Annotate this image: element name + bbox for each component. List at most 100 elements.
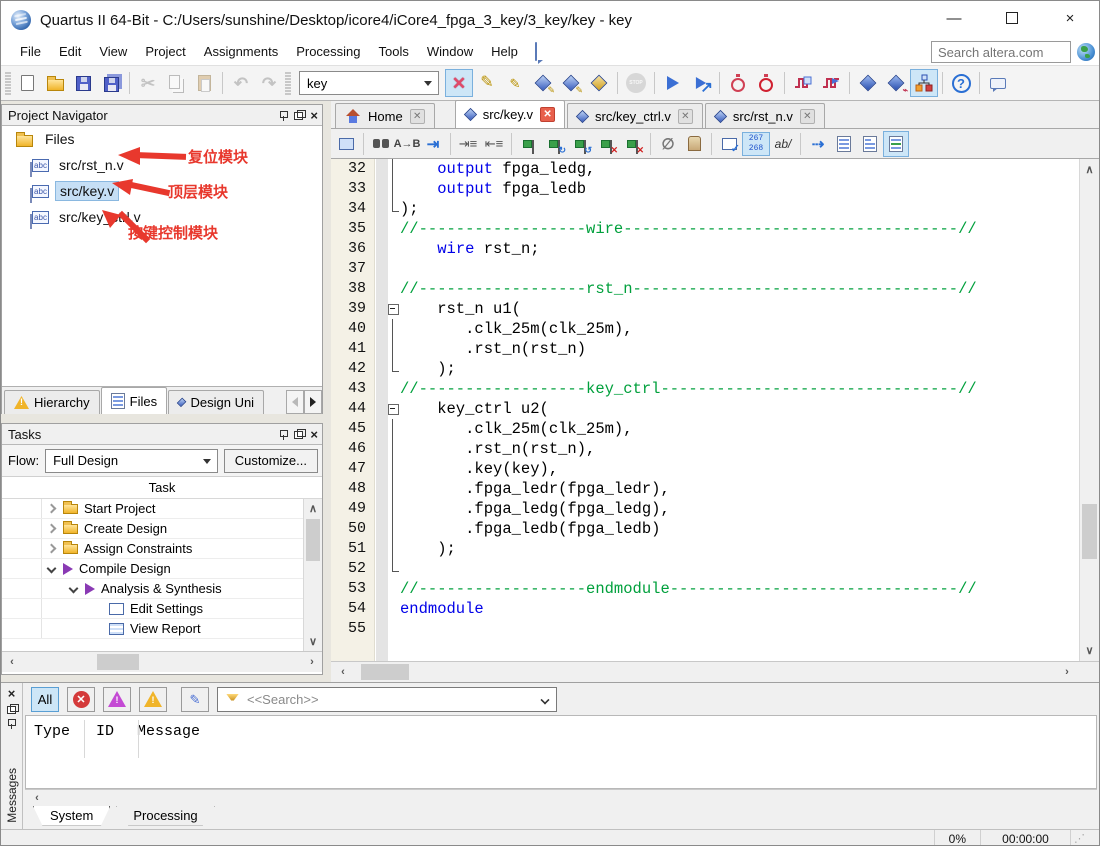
scroll-left-icon[interactable]: ‹ (31, 792, 43, 804)
message-search-combo[interactable]: <<Search>> (217, 687, 557, 712)
code-line-36[interactable]: 36 wire rst_n; (331, 239, 1099, 259)
pin-icon[interactable] (279, 429, 288, 440)
code-line-48[interactable]: 48 .fpga_ledr(fpga_ledr), (331, 479, 1099, 499)
indent-button[interactable]: ⇥≡ (455, 131, 481, 157)
next-bookmark-button[interactable]: ↻ (542, 131, 568, 157)
file-item-src-rst-n-v[interactable]: abcsrc/rst_n.v (2, 152, 322, 178)
line-numbers-toggle[interactable]: 267268 (742, 132, 770, 156)
warning-filter-button[interactable]: ! (139, 687, 167, 712)
pin-icon[interactable] (279, 110, 288, 121)
netlist-viewer-button[interactable] (585, 69, 613, 97)
unindent-button[interactable]: ⇤≡ (481, 131, 507, 157)
minimize-button[interactable]: — (925, 1, 983, 35)
code-line-54[interactable]: 54endmodule (331, 599, 1099, 619)
maximize-button[interactable] (983, 1, 1041, 35)
delete-bookmark-button[interactable]: ✕ (594, 131, 620, 157)
tasks-horizontal-scrollbar[interactable]: ‹ › (2, 651, 322, 672)
close-icon[interactable]: × (310, 428, 318, 441)
error-filter-button[interactable]: ✕ (67, 687, 95, 712)
scroll-left-icon[interactable]: ‹ (337, 666, 349, 678)
close-tab-icon[interactable]: ✕ (410, 109, 425, 124)
task-row-edit-settings[interactable]: Edit Settings (2, 599, 322, 619)
code-line-34[interactable]: 34); (331, 199, 1099, 219)
code-line-44[interactable]: 44 key_ctrl u2( (331, 399, 1099, 419)
menu-file[interactable]: File (11, 41, 50, 62)
float-icon[interactable] (7, 704, 17, 714)
macro-button[interactable] (681, 131, 707, 157)
menu-help[interactable]: Help (482, 41, 527, 62)
resize-grip[interactable]: ⋰ (1070, 830, 1099, 846)
fold-marker[interactable] (375, 399, 400, 419)
customize-button[interactable]: Customize... (224, 449, 318, 473)
editor-tab-src-key-v[interactable]: src/key.v✕ (455, 100, 565, 128)
close-tab-icon[interactable]: ✕ (800, 109, 815, 124)
files-root[interactable]: Files (2, 126, 322, 152)
task-row-create-design[interactable]: Create Design (2, 519, 322, 539)
toggle-bookmark-button[interactable] (516, 131, 542, 157)
messages-table[interactable]: Type ID Message (25, 715, 1097, 789)
design-partitions-button[interactable]: ✎ (557, 69, 585, 97)
chevron-down-icon[interactable] (69, 584, 79, 594)
attach-file-button[interactable]: ∅ (655, 131, 681, 157)
simulator-button[interactable] (789, 69, 817, 97)
search-input[interactable] (931, 41, 1071, 63)
redo-button[interactable]: ↷ (255, 69, 283, 97)
float-icon[interactable] (294, 429, 304, 439)
scroll-down-icon[interactable]: ∨ (304, 635, 322, 648)
float-icon[interactable] (294, 110, 304, 120)
pin-icon[interactable] (7, 718, 16, 729)
chip-planner-button[interactable]: ✎ (529, 69, 557, 97)
tab-hierarchy[interactable]: ! Hierarchy (4, 390, 100, 414)
close-icon[interactable]: × (310, 109, 318, 122)
project-combobox[interactable]: key (299, 71, 439, 95)
code-line-42[interactable]: 42 ); (331, 359, 1099, 379)
uncomment-button[interactable] (857, 131, 883, 157)
code-line-41[interactable]: 41 .rst_n(rst_n) (331, 339, 1099, 359)
editor-tab-src-key-ctrl-v[interactable]: src/key_ctrl.v✕ (567, 103, 703, 128)
editor-horizontal-scrollbar[interactable]: ‹ › (331, 661, 1099, 682)
code-line-55[interactable]: 55 (331, 619, 1099, 639)
menu-view[interactable]: View (90, 41, 136, 62)
undo-button[interactable]: ↶ (227, 69, 255, 97)
messages-tab-processing[interactable]: Processing (116, 806, 214, 826)
editor-vertical-scrollbar[interactable]: ∧ ∨ (1079, 159, 1099, 661)
toolbar-grip[interactable] (285, 71, 291, 95)
all-filter-button[interactable]: All (31, 687, 59, 712)
code-line-45[interactable]: 45 .clk_25m(clk_25m), (331, 419, 1099, 439)
word-wrap-button[interactable]: ab/ (770, 131, 796, 157)
scroll-left-icon[interactable]: ‹ (6, 656, 18, 668)
paste-button[interactable] (190, 69, 218, 97)
simulation-settings-button[interactable] (817, 69, 845, 97)
scrollbar-thumb[interactable] (361, 664, 409, 680)
flow-select[interactable]: Full Design (45, 449, 218, 473)
critical-warning-filter-button[interactable]: ! (103, 687, 131, 712)
convert-programming-files-button[interactable]: ⌁ (882, 69, 910, 97)
close-icon[interactable]: × (8, 687, 16, 700)
copy-button[interactable] (162, 69, 190, 97)
code-line-37[interactable]: 37 (331, 259, 1099, 279)
toolbar-grip[interactable] (5, 71, 11, 95)
scroll-down-icon[interactable]: ∨ (1080, 644, 1099, 657)
pin-planner-button[interactable]: ✎ (501, 69, 529, 97)
close-tab-icon[interactable]: ✕ (540, 107, 555, 122)
delete-all-bookmarks-button[interactable]: ✕ (620, 131, 646, 157)
code-line-43[interactable]: 43//------------------key_ctrl----------… (331, 379, 1099, 399)
scrollbar-thumb[interactable] (306, 519, 320, 561)
block-comment-button[interactable] (883, 131, 909, 157)
editor-tab-home[interactable]: Home✕ (335, 103, 435, 128)
code-line-46[interactable]: 46 .rst_n(rst_n), (331, 439, 1099, 459)
stop-button[interactable]: STOP (622, 69, 650, 97)
goto-matching-button[interactable]: ⇢ (805, 131, 831, 157)
settings-button[interactable]: ✕ (445, 69, 473, 97)
code-line-53[interactable]: 53//------------------endmodule---------… (331, 579, 1099, 599)
code-line-32[interactable]: 32 output fpga_ledg, (331, 159, 1099, 179)
messages-tab-system[interactable]: System (33, 806, 110, 826)
assignment-editor-button[interactable]: ✎ (473, 69, 501, 97)
save-all-button[interactable] (97, 69, 125, 97)
task-row-compile-design[interactable]: Compile Design (2, 559, 322, 579)
tab-files[interactable]: Files (101, 387, 167, 414)
cut-button[interactable]: ✂ (134, 69, 162, 97)
code-line-35[interactable]: 35//------------------wire--------------… (331, 219, 1099, 239)
code-line-39[interactable]: 39 rst_n u1( (331, 299, 1099, 319)
menu-project[interactable]: Project (136, 41, 194, 62)
